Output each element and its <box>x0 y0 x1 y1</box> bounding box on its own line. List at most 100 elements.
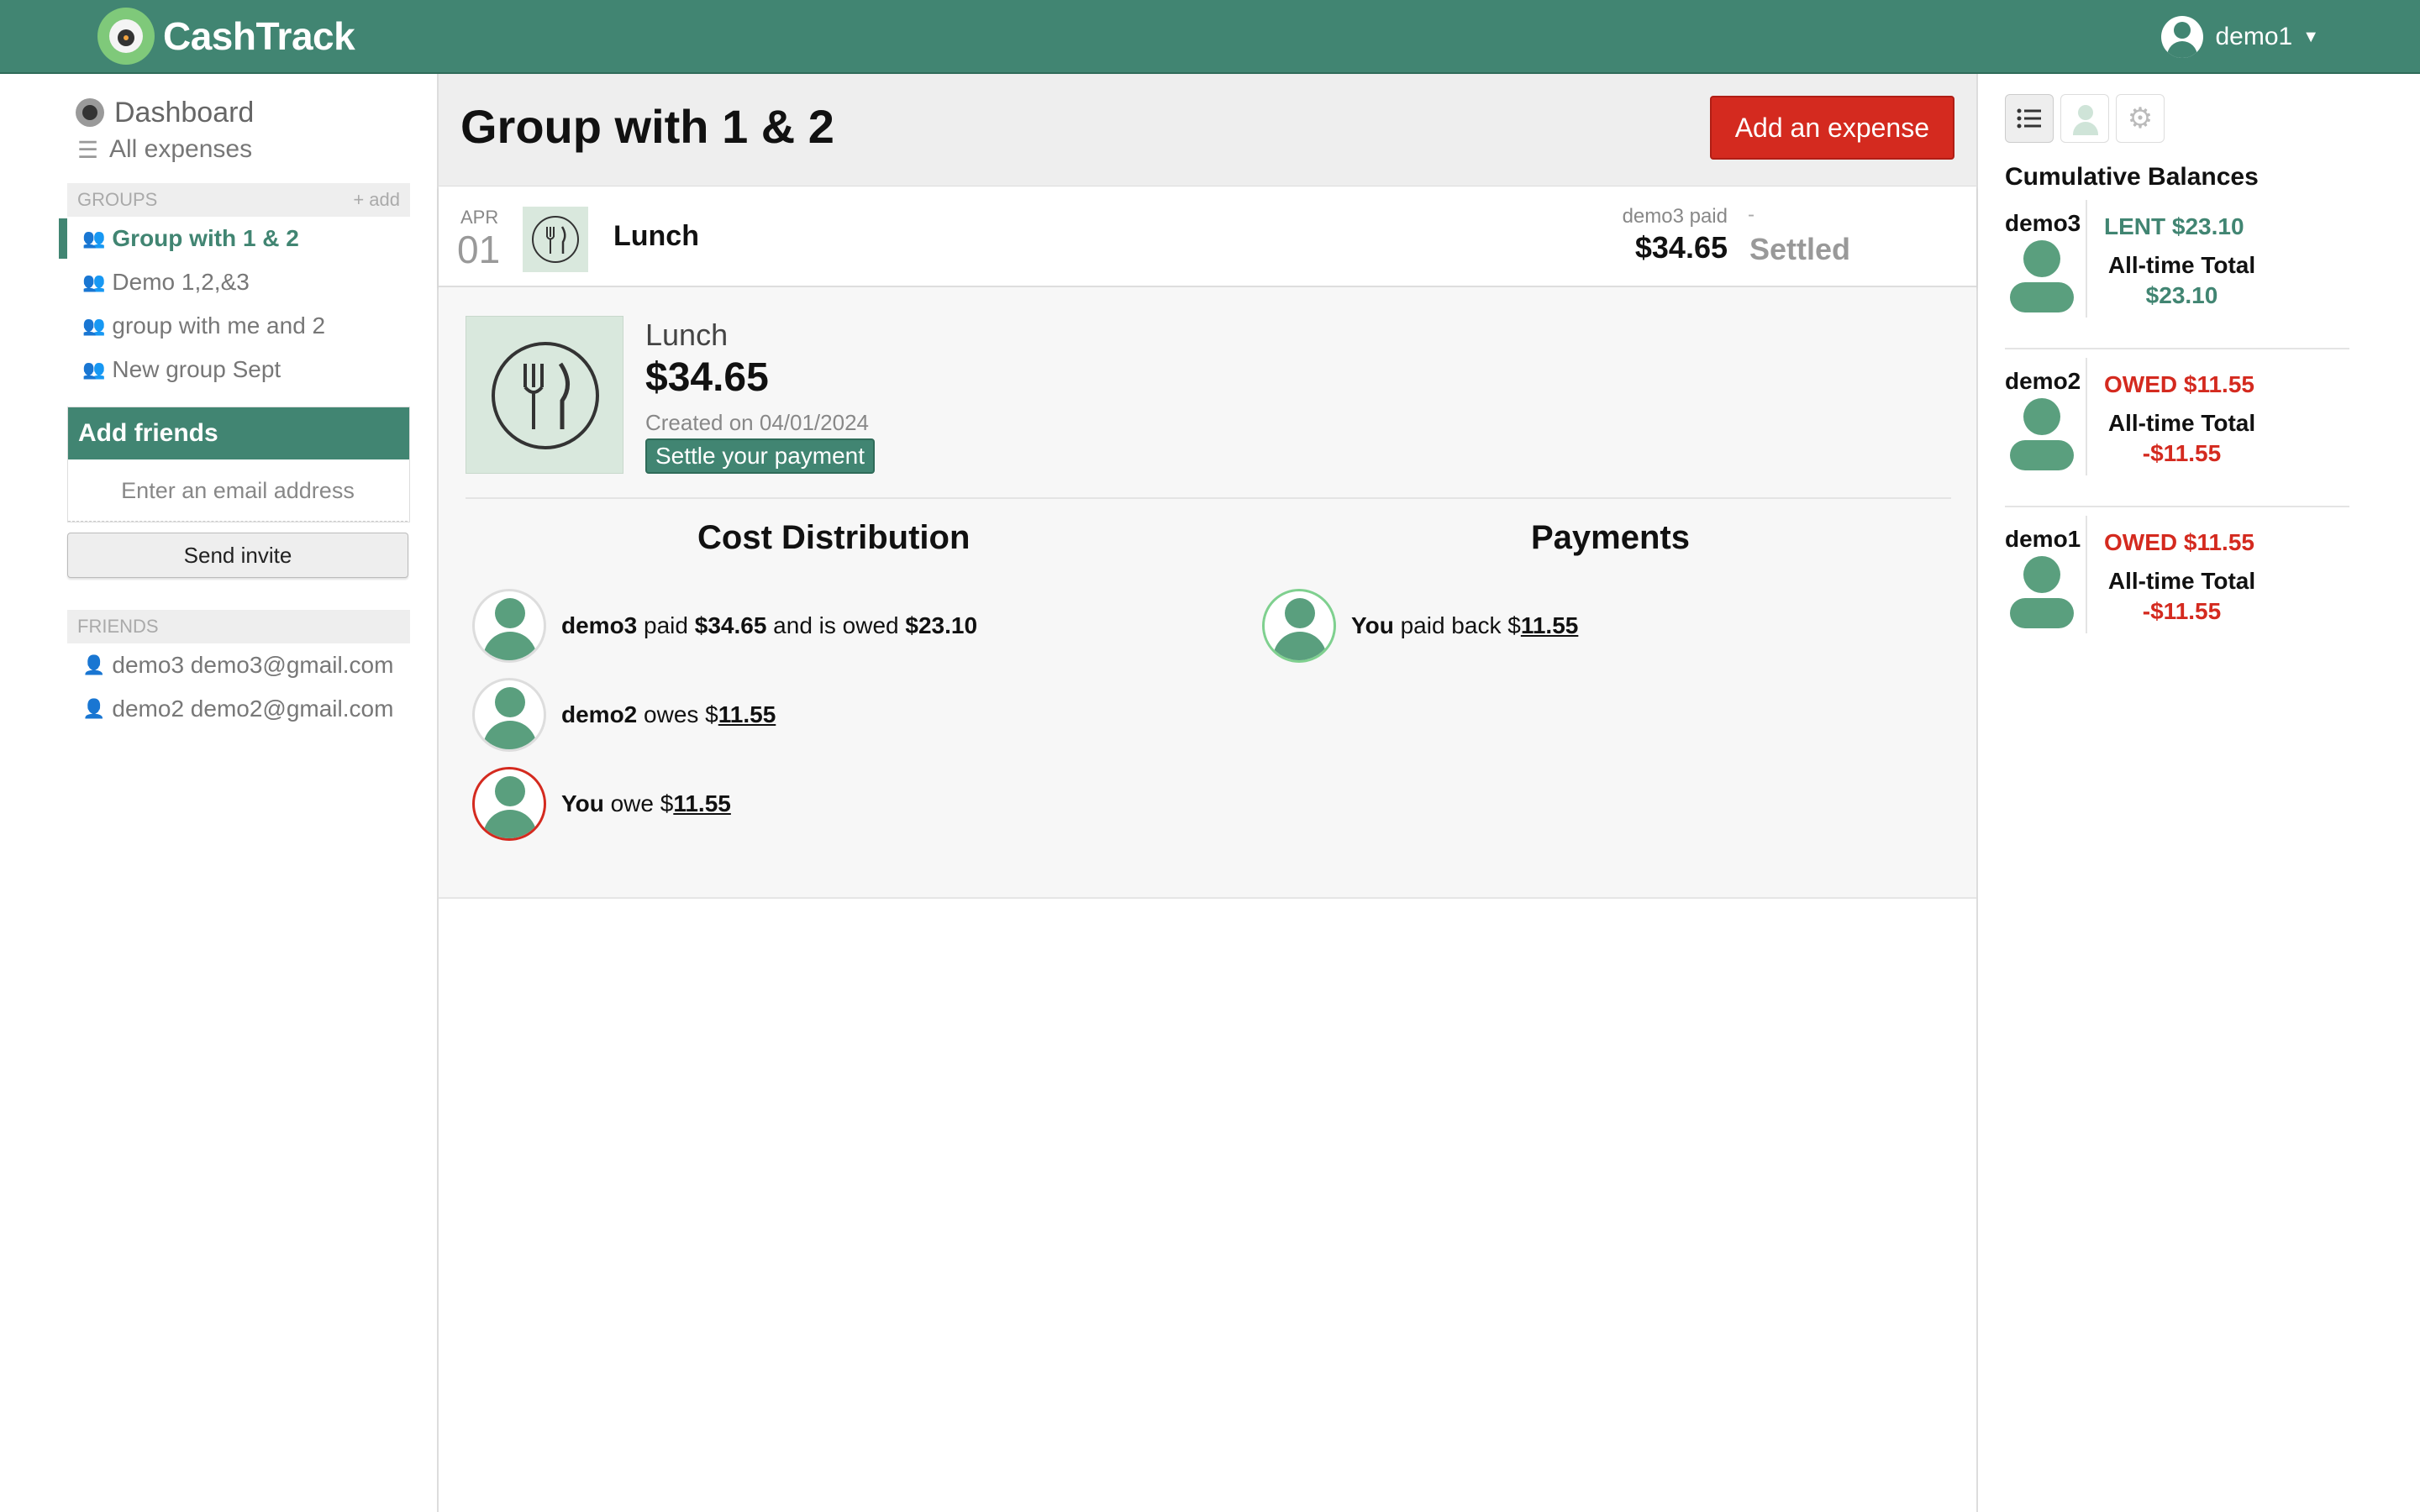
balance-user-name: demo1 <box>2005 526 2081 552</box>
distribution-amount[interactable]: 11.55 <box>673 790 731 816</box>
expense-row[interactable]: APR 01 Lunch demo3 paid $34.65 - Settled <box>439 186 1976 287</box>
expense-detail: Lunch $34.65 Created on 04/01/2024 Settl… <box>439 287 1976 899</box>
groups-header: GROUPS + add <box>67 183 410 217</box>
distribution-user: demo3 <box>561 612 638 638</box>
payment-text: paid back $ <box>1393 612 1521 638</box>
main-panel: Group with 1 & 2 Add an expense APR 01 L… <box>437 74 1978 1512</box>
page-title: Group with 1 & 2 <box>460 100 834 153</box>
sidebar-friend-item[interactable]: 👤 demo2 demo2@gmail.com <box>67 687 410 731</box>
cost-distribution-title: Cost Distribution <box>697 519 971 556</box>
right-panel: ⚙ Cumulative Balances demo3 LENT $23.10 … <box>2005 94 2349 665</box>
divider <box>2086 200 2087 318</box>
expense-paid-amount: $34.65 <box>1634 230 1728 265</box>
expense-paid-label: demo3 paid <box>1622 205 1728 228</box>
person-icon: 👤 <box>82 654 106 675</box>
distribution-amount: $34.65 <box>694 612 767 638</box>
balance-total-label: All-time Total <box>2107 410 2256 436</box>
balance-status: LENT $23.10 <box>2104 213 2244 239</box>
sidebar-group-item[interactable]: 👥 group with me and 2 <box>67 304 410 348</box>
cumulative-balances-title: Cumulative Balances <box>2005 163 2259 191</box>
sidebar-group-item[interactable]: 👥 Group with 1 & 2 <box>59 217 410 260</box>
group-icon: 👥 <box>82 359 106 380</box>
divider <box>466 497 1951 499</box>
friend-item-label: demo3 demo3@gmail.com <box>112 652 394 678</box>
nav-all-expenses-label: All expenses <box>109 135 253 163</box>
balance-entry: demo3 LENT $23.10 All-time Total $23.10 <box>2005 200 2349 349</box>
friends-header: FRIENDS <box>67 610 410 643</box>
left-sidebar: Dashboard ☰ All expenses GROUPS + add 👥 … <box>59 94 410 731</box>
balance-total-label: All-time Total <box>2107 252 2256 278</box>
distribution-text: owes $ <box>637 701 718 727</box>
add-expense-button[interactable]: Add an expense <box>1709 96 1954 160</box>
expense-name: Lunch <box>613 220 699 252</box>
payment-amount[interactable]: 11.55 <box>1521 612 1579 638</box>
payment-user: You <box>1351 612 1394 638</box>
expense-dash: - <box>1748 203 1754 226</box>
email-input[interactable] <box>68 461 408 522</box>
user-menu[interactable]: demo1 ▼ <box>2161 13 2319 60</box>
list-icon[interactable] <box>2005 94 2054 143</box>
settle-payment-button[interactable]: Settle your payment <box>645 438 876 474</box>
nav-all-expenses[interactable]: ☰ All expenses <box>67 131 410 168</box>
distribution-text: and is owed <box>766 612 906 638</box>
balance-status: OWED $11.55 <box>2104 371 2254 397</box>
friend-item-label: demo2 demo2@gmail.com <box>112 696 394 722</box>
nav-dashboard-label: Dashboard <box>114 96 255 129</box>
distribution-row: demo3 paid $34.65 and is owed $23.10 <box>472 588 977 664</box>
user-avatar-icon <box>2161 16 2204 58</box>
detail-created-date: Created on 04/01/2024 <box>645 410 869 435</box>
fork-knife-icon <box>466 316 623 474</box>
user-avatar-icon <box>1262 589 1336 663</box>
group-item-label: Group with 1 & 2 <box>112 225 299 251</box>
send-invite-button[interactable]: Send invite <box>67 533 408 578</box>
sidebar-friend-item[interactable]: 👤 demo3 demo3@gmail.com <box>67 643 410 687</box>
app-name: CashTrack <box>163 14 355 58</box>
right-panel-tabs: ⚙ <box>2005 94 2349 143</box>
user-avatar-icon <box>2008 240 2075 316</box>
divider <box>2086 516 2087 633</box>
dashboard-icon <box>76 98 104 127</box>
sidebar-group-item[interactable]: 👥 Demo 1,2,&3 <box>67 260 410 304</box>
distribution-amount: $23.10 <box>905 612 978 638</box>
groups-header-label: GROUPS <box>77 189 158 210</box>
sidebar-group-item[interactable]: 👥 New group Sept <box>67 348 410 391</box>
group-item-label: Demo 1,2,&3 <box>112 269 250 295</box>
expense-month: APR <box>460 207 499 228</box>
detail-expense-name: Lunch <box>645 318 729 352</box>
payment-row: You paid back $11.55 <box>1262 588 1578 664</box>
fork-knife-icon <box>523 207 588 272</box>
group-icon: 👥 <box>82 228 106 249</box>
payments-title: Payments <box>1531 519 1690 556</box>
user-avatar-icon <box>472 767 546 841</box>
distribution-text: paid <box>637 612 695 638</box>
balance-total: -$11.55 <box>2142 440 2222 466</box>
balance-total: -$11.55 <box>2142 598 2222 624</box>
balance-total: $23.10 <box>2145 282 2218 308</box>
detail-expense-amount: $34.65 <box>645 355 769 400</box>
app-logo[interactable]: CashTrack <box>97 7 355 66</box>
gear-icon[interactable]: ⚙ <box>2116 94 2165 143</box>
username: demo1 <box>2215 23 2293 50</box>
expense-day: 01 <box>457 228 501 271</box>
nav-dashboard[interactable]: Dashboard <box>67 94 410 131</box>
person-icon[interactable] <box>2060 94 2109 143</box>
distribution-user: You <box>561 790 604 816</box>
distribution-row: You owe $11.55 <box>472 766 731 842</box>
add-friends-title: Add friends <box>68 407 409 459</box>
balance-user-name: demo2 <box>2005 368 2081 394</box>
group-item-label: New group Sept <box>112 356 281 382</box>
distribution-text: owe $ <box>603 790 674 816</box>
person-icon: 👤 <box>82 698 106 719</box>
add-friends-panel: Add friends <box>67 407 410 522</box>
main-header: Group with 1 & 2 Add an expense <box>439 74 1976 186</box>
distribution-user: demo2 <box>561 701 638 727</box>
friends-header-label: FRIENDS <box>77 616 159 637</box>
balance-user-name: demo3 <box>2005 210 2081 236</box>
balance-entry: demo2 OWED $11.55 All-time Total -$11.55 <box>2005 358 2349 507</box>
group-icon: 👥 <box>82 315 106 336</box>
distribution-row: demo2 owes $11.55 <box>472 677 776 753</box>
add-group-link[interactable]: + add <box>353 189 400 211</box>
group-icon: 👥 <box>82 271 106 292</box>
expense-status: Settled <box>1749 232 1851 266</box>
distribution-amount[interactable]: 11.55 <box>718 701 776 727</box>
